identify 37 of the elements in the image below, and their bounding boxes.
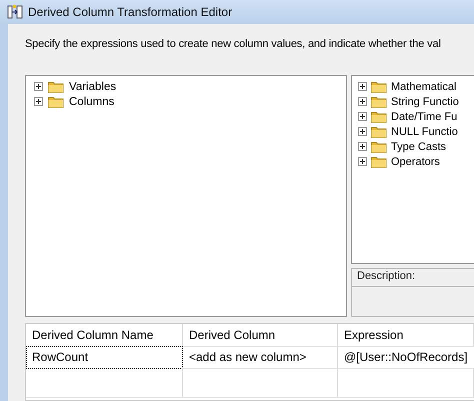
- folder-icon: [48, 80, 64, 93]
- folder-icon: [48, 95, 64, 108]
- expand-icon[interactable]: [358, 157, 367, 166]
- expand-icon[interactable]: [358, 127, 367, 136]
- tree-item[interactable]: String Functio: [391, 96, 459, 108]
- tree-item[interactable]: Columns: [69, 96, 114, 108]
- expand-icon[interactable]: [358, 82, 367, 91]
- table-cell[interactable]: <add as new column>: [183, 346, 338, 369]
- folder-icon: [371, 80, 387, 93]
- expand-icon[interactable]: [34, 82, 43, 91]
- expand-icon[interactable]: [358, 142, 367, 151]
- folder-icon: [371, 125, 387, 138]
- folder-icon: [371, 140, 387, 153]
- column-header[interactable]: Expression: [338, 324, 474, 347]
- table-cell[interactable]: [183, 368, 338, 398]
- table-cell[interactable]: RowCount: [26, 346, 183, 369]
- column-header[interactable]: Derived Column: [183, 324, 338, 347]
- expand-icon[interactable]: [358, 112, 367, 121]
- column-header[interactable]: Derived Column Name: [26, 324, 183, 347]
- tree-item[interactable]: Operators: [391, 156, 440, 168]
- tree-item[interactable]: Type Casts: [391, 140, 446, 152]
- tree-item[interactable]: Date/Time Fu: [391, 110, 458, 122]
- table-cell[interactable]: @[User::NoOfRecords]: [338, 346, 474, 369]
- description-label: Description:: [357, 270, 416, 282]
- folder-icon: [371, 155, 387, 168]
- tree-item[interactable]: Mathematical: [391, 80, 456, 92]
- app-icon: [7, 4, 23, 20]
- table-cell[interactable]: [338, 368, 474, 398]
- window-title: Derived Column Transformation Editor: [28, 5, 232, 19]
- expand-icon[interactable]: [34, 97, 43, 106]
- folder-icon: [371, 95, 387, 108]
- tree-item[interactable]: Variables: [69, 80, 116, 92]
- folder-icon: [371, 110, 387, 123]
- instruction-text: Specify the expressions used to create new column values, and indicate whether the val: [25, 37, 441, 52]
- tree-item[interactable]: NULL Functio: [391, 126, 458, 138]
- table-cell[interactable]: [26, 368, 183, 398]
- expand-icon[interactable]: [358, 97, 367, 106]
